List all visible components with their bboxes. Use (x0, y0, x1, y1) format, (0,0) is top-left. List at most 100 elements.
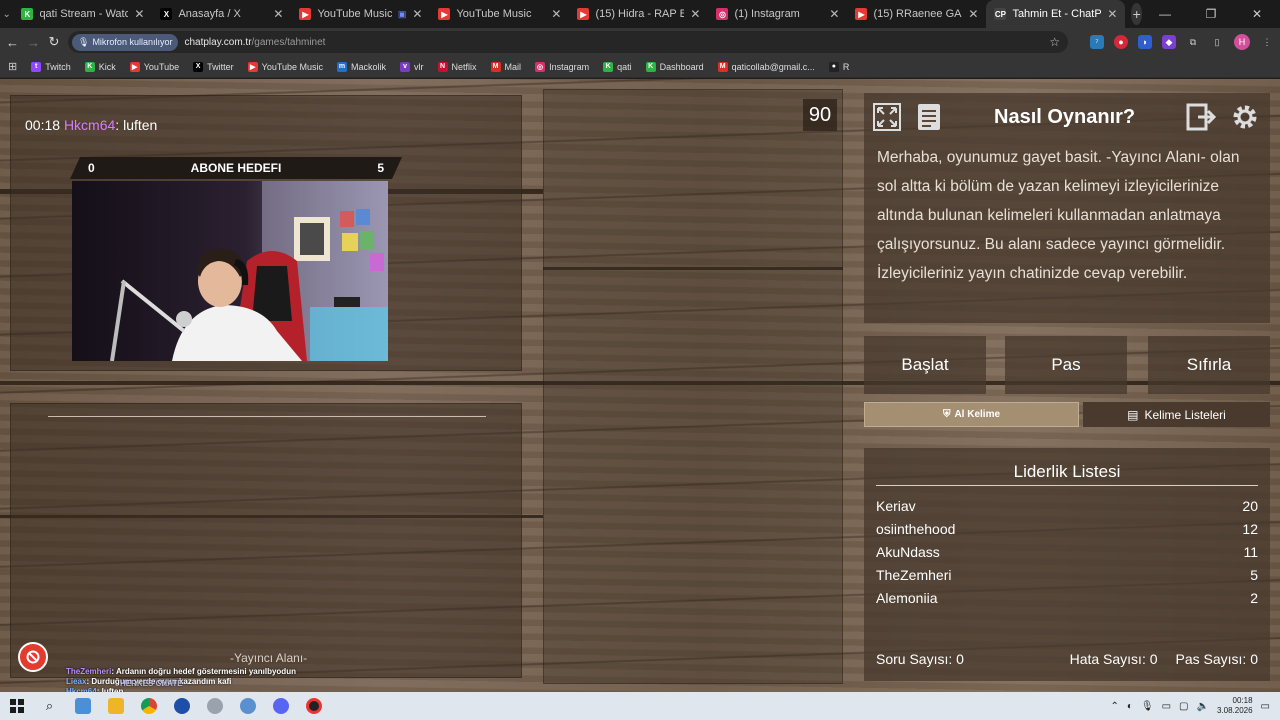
bookmark-star-icon[interactable]: ☆ (1049, 35, 1064, 49)
taskbar-app-icon[interactable] (297, 692, 330, 720)
taskbar-app-icon[interactable] (264, 692, 297, 720)
start-button[interactable]: Başlat (864, 336, 986, 394)
close-tab-icon[interactable]: ✕ (412, 7, 422, 21)
error-count: Hata Sayısı: 0 (1069, 651, 1158, 667)
streamer-area-label: -Yayıncı Alanı- (230, 651, 308, 665)
browser-tab[interactable]: Kqati Stream - Watch Live ✕ (13, 0, 152, 28)
bookmark-item[interactable]: Kqati (603, 61, 632, 72)
puzzle-icon[interactable]: ⧉ (1186, 35, 1200, 49)
minimize-icon[interactable]: — (1142, 7, 1188, 21)
address-bar[interactable]: 🎙 Mikrofon kullanılıyor chatplay.com.tr/… (68, 31, 1068, 53)
fullscreen-icon[interactable] (870, 100, 904, 134)
microphone-icon[interactable]: 🎙 (1141, 701, 1154, 712)
new-tab-button[interactable]: + (1131, 3, 1142, 25)
forward-icon[interactable]: → (27, 32, 40, 52)
back-icon[interactable]: ← (6, 32, 19, 52)
bookmark-item[interactable]: v vlr (400, 61, 424, 72)
close-tab-icon[interactable]: ✕ (551, 7, 561, 21)
bookmark-item[interactable]: Mqaticollab@gmail.c... (717, 61, 815, 72)
browser-tab[interactable]: ▶ YouTube Music ▣ ✕ (291, 0, 430, 28)
browser-toolbar: ← → ↻ 🎙 Mikrofon kullanılıyor chatplay.c… (0, 28, 1280, 56)
display-icon[interactable]: ▢ (1179, 701, 1188, 712)
browser-tab[interactable]: ▶ YouTube Music ✕ (430, 0, 569, 28)
mic-in-use-chip[interactable]: 🎙 Mikrofon kullanılıyor (72, 33, 179, 51)
bookmark-item[interactable]: M Mail (490, 61, 521, 72)
browser-tab[interactable]: ▶ (15) RRaenee GANALİ'NI ✕ (847, 0, 986, 28)
close-tab-icon[interactable]: ✕ (273, 7, 283, 21)
pass-button[interactable]: Pas (1005, 336, 1127, 394)
browser-tab-bar: ⌄ Kqati Stream - Watch Live ✕ X Anasayfa / … (0, 0, 1280, 28)
bookmark-item[interactable]: N Netflix (437, 61, 477, 72)
close-tab-icon[interactable]: ✕ (829, 7, 839, 21)
menu-kebab-icon[interactable]: ⋮ (1260, 35, 1274, 49)
stop-recording-button[interactable] (18, 642, 48, 672)
sidebar-icon[interactable]: ▯ (1210, 35, 1224, 49)
browser-tab[interactable]: CP Tahmin Et - ChatPlay ✕ (986, 0, 1126, 28)
reload-icon[interactable]: ↻ (48, 32, 60, 52)
extension-icon[interactable]: ● (1114, 35, 1128, 49)
settings-gear-icon[interactable] (1228, 100, 1262, 134)
notification-icon[interactable]: ▭ (1261, 701, 1270, 712)
tab-title: YouTube Music (317, 8, 392, 20)
leader-name: AkuNdass (876, 543, 940, 560)
system-tray: ⌃ ◐ 🎙 ▭ ▢ 🔈 00:18 3.08.2026 ▭ (1110, 696, 1280, 716)
extension-icon[interactable]: ◗ (1138, 35, 1152, 49)
windows-start-icon[interactable] (0, 692, 33, 720)
close-tab-icon[interactable]: ✕ (134, 7, 144, 21)
bookmark-item[interactable]: ▶ YouTube Music (247, 61, 323, 72)
leader-name: osiinthehood (876, 520, 956, 537)
word-lists-button[interactable]: ▤ Kelime Listeleri (1083, 402, 1270, 427)
bookmark-item[interactable]: ● R (828, 61, 849, 72)
chevron-up-icon[interactable]: ⌃ (1110, 701, 1118, 712)
leaderboard-row: osiinthehood 12 (876, 517, 1258, 540)
close-tab-icon[interactable]: ✕ (1107, 7, 1117, 21)
taskbar-chrome-icon[interactable] (132, 692, 165, 720)
bookmark-item[interactable]: t Twitch (31, 61, 71, 72)
taskbar-app-icon[interactable] (66, 692, 99, 720)
apps-grid-icon[interactable]: ⊞ (8, 60, 17, 73)
close-tab-icon[interactable]: ✕ (968, 7, 978, 21)
restore-icon[interactable]: ❐ (1188, 7, 1234, 21)
document-icon[interactable] (912, 100, 946, 134)
bookmark-item[interactable]: K Dashboard (645, 61, 704, 72)
get-word-button[interactable]: ⛨ Al Kelime (864, 402, 1079, 427)
bookmark-favicon-icon: M (717, 61, 728, 72)
tray-app-icon[interactable]: ◐ (1127, 701, 1133, 712)
taskbar-app-icon[interactable] (165, 692, 198, 720)
tab-search-icon[interactable]: ⌄ (0, 0, 13, 28)
bookmark-item[interactable]: ▶ YouTube (129, 61, 179, 72)
exit-icon[interactable] (1185, 100, 1219, 134)
how-to-play-text: Merhaba, oyunumuz gayet basit. -Yayıncı … (877, 149, 1240, 282)
bookmark-item[interactable]: m Mackolik (337, 61, 386, 72)
mic-chip-label: Mikrofon kullanılıyor (92, 37, 173, 47)
taskbar-app-icon[interactable] (99, 692, 132, 720)
url-path: /games/tahminet (251, 36, 326, 48)
profile-avatar[interactable]: H (1234, 34, 1250, 50)
close-window-icon[interactable]: ✕ (1234, 7, 1280, 21)
clock[interactable]: 00:18 3.08.2026 (1217, 696, 1253, 716)
extension-icon[interactable]: ◆ (1162, 35, 1176, 49)
network-icon[interactable]: ▭ (1162, 701, 1171, 712)
tab-media-icon: ▣ (397, 8, 407, 19)
bookmark-item[interactable]: ◎ Instagram (535, 61, 589, 72)
leader-name: Keriav (876, 497, 916, 514)
leaderboard-list[interactable]: Keriav 20 osiinthehood 12 AkuNdass 11 TheZemhe… (876, 494, 1258, 610)
browser-tab[interactable]: X Anasayfa / X ✕ (152, 0, 291, 28)
browser-tab[interactable]: ▶ (15) Hidra - RAP BU BEYL ✕ (569, 0, 708, 28)
reset-button[interactable]: Sıfırla (1148, 336, 1270, 394)
url-text: chatplay.com.tr/games/tahminet (184, 37, 325, 48)
browser-tab[interactable]: ◎ (1) Instagram ✕ (708, 0, 847, 28)
volume-icon[interactable]: 🔈 (1197, 701, 1209, 712)
bookmark-item[interactable]: X Twitter (193, 61, 234, 72)
extension-icon[interactable]: ⁷ (1090, 35, 1104, 49)
taskbar-app-icon[interactable] (198, 692, 231, 720)
chat-time: 00:18 (25, 117, 61, 133)
clock-date: 3.08.2026 (1216, 706, 1253, 715)
tab-title: YouTube Music (456, 8, 532, 20)
bookmark-item[interactable]: K Kick (84, 61, 116, 72)
taskbar-app-icon[interactable] (231, 692, 264, 720)
search-icon[interactable]: ⌕ (33, 692, 66, 720)
close-tab-icon[interactable]: ✕ (690, 7, 700, 21)
get-word-label: Al Kelime (954, 409, 1001, 420)
leaderboard-row: TheZemheri 5 (876, 563, 1258, 586)
